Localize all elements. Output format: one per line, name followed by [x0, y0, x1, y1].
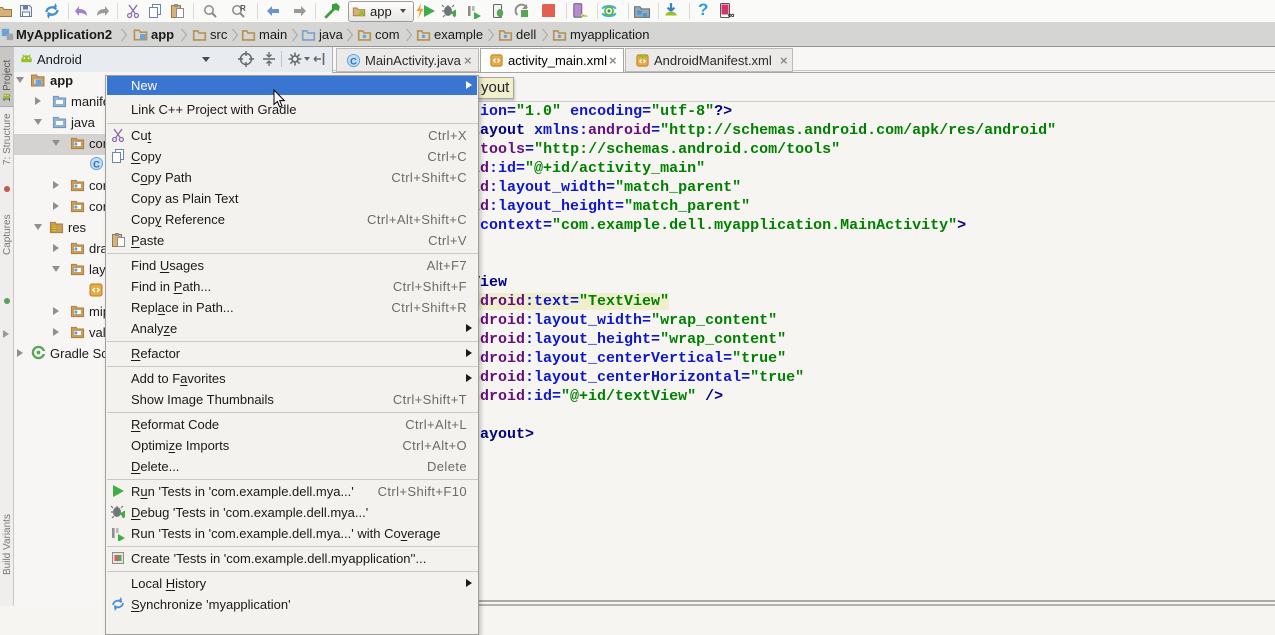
- svg-text:∞: ∞: [728, 10, 735, 20]
